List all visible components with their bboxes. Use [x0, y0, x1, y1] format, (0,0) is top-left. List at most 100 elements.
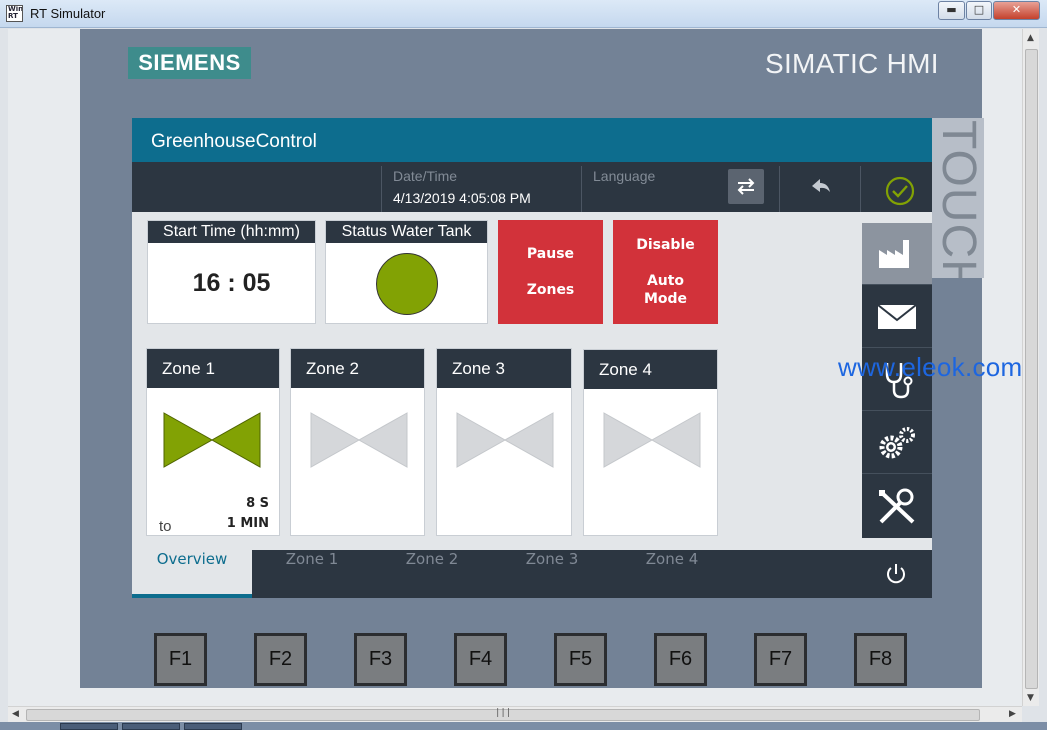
f4-label: F4	[457, 636, 504, 683]
taskbar	[0, 722, 1047, 730]
hmi-screen: GreenhouseControl Date/Time 4/13/2019 4:…	[132, 118, 932, 598]
zone-3-title: Zone 3	[437, 349, 571, 388]
separator	[860, 166, 861, 212]
f5-label: F5	[557, 636, 604, 683]
f2-label: F2	[257, 636, 304, 683]
taskbar-item[interactable]	[184, 723, 242, 730]
scroll-right-icon[interactable]: ▶	[1009, 709, 1016, 719]
window-title: RT Simulator	[30, 6, 106, 21]
tab-zone-3[interactable]: Zone 3	[492, 550, 612, 598]
back-arrow-icon	[812, 179, 830, 192]
zone-1-interval: 1 MIN	[226, 516, 269, 531]
function-key-f3[interactable]: F3	[354, 633, 407, 686]
start-time-value[interactable]: 16 : 05	[148, 269, 315, 298]
pause-label-line2: Zones	[526, 282, 575, 298]
scroll-grip-icon: |||	[495, 708, 512, 718]
datetime-value: 4/13/2019 4:05:08 PM	[393, 190, 531, 206]
back-button[interactable]	[782, 166, 860, 212]
tab-zone-4[interactable]: Zone 4	[612, 550, 732, 598]
factory-icon	[879, 240, 909, 268]
status-bar: Date/Time 4/13/2019 4:05:08 PM Language	[132, 162, 932, 212]
touch-label-text: TOUCH	[932, 120, 984, 278]
f6-label: F6	[657, 636, 704, 683]
function-key-f6[interactable]: F6	[654, 633, 707, 686]
taskbar-item[interactable]	[60, 723, 118, 730]
nav-messages[interactable]	[862, 286, 932, 348]
close-button[interactable]: ✕	[993, 1, 1040, 20]
disable-label-line1: Disable	[636, 237, 695, 253]
water-tank-title: Status Water Tank	[326, 221, 487, 243]
zone-3-box[interactable]: Zone 3	[436, 348, 572, 536]
start-time-title: Start Time (hh:mm)	[148, 221, 315, 243]
tab-overview[interactable]: Overview	[132, 550, 252, 598]
valve-closed-icon	[310, 412, 408, 468]
zone-4-box[interactable]: Zone 4	[583, 349, 718, 536]
tab-zone-2[interactable]: Zone 2	[372, 550, 492, 598]
check-circle-icon	[885, 176, 915, 206]
function-key-f1[interactable]: F1	[154, 633, 207, 686]
disable-label-line3: Mode	[643, 291, 688, 307]
separator	[581, 166, 582, 212]
pause-label-line1: Pause	[526, 246, 575, 262]
screen-title: GreenhouseControl	[151, 131, 317, 152]
separator	[381, 166, 382, 212]
tools-icon	[879, 488, 915, 524]
function-key-f8[interactable]: F8	[854, 633, 907, 686]
swap-arrows-icon	[737, 178, 755, 195]
taskbar-item[interactable]	[122, 723, 180, 730]
zone-1-duration: 8 S	[246, 496, 269, 511]
pause-zones-button[interactable]: Pause Zones	[498, 220, 603, 324]
nav-tools[interactable]	[862, 475, 932, 537]
language-label: Language	[593, 168, 656, 184]
screen-header: GreenhouseControl	[132, 118, 932, 162]
vertical-scroll-thumb[interactable]	[1025, 49, 1038, 689]
disable-auto-mode-button[interactable]: Disable Auto Mode	[613, 220, 718, 324]
zone-2-box[interactable]: Zone 2	[290, 348, 425, 536]
horizontal-scrollbar[interactable]: ◀ ||| ▶	[8, 706, 1022, 722]
f1-label: F1	[157, 636, 204, 683]
envelope-icon	[877, 304, 917, 329]
function-key-f4[interactable]: F4	[454, 633, 507, 686]
zone-4-title: Zone 4	[584, 350, 717, 389]
zone-1-box[interactable]: Zone 1 8 S to 1 MIN	[146, 348, 280, 536]
f8-label: F8	[857, 636, 904, 683]
start-time-box: Start Time (hh:mm) 16 : 05	[147, 220, 316, 324]
watermark-text: www.eleok.com	[838, 352, 1023, 382]
vertical-scrollbar[interactable]: ▲ ▼	[1022, 29, 1039, 706]
f3-label: F3	[357, 636, 404, 683]
scroll-left-icon[interactable]: ◀	[12, 709, 19, 719]
window-titlebar: WinCC RT RT Simulator ▬ □ ✕	[0, 0, 1047, 28]
scroll-up-icon[interactable]: ▲	[1027, 33, 1034, 43]
zone-1-to-label: to	[159, 518, 172, 535]
nav-plant-overview[interactable]	[862, 223, 932, 285]
valve-closed-icon	[603, 412, 701, 468]
function-key-f7[interactable]: F7	[754, 633, 807, 686]
siemens-logo: SIEMENS	[128, 47, 251, 79]
disable-label-line2: Auto	[646, 273, 685, 289]
zone-2-title: Zone 2	[291, 349, 424, 388]
gears-icon	[879, 427, 915, 459]
maximize-button[interactable]: □	[966, 1, 992, 20]
power-icon	[887, 564, 905, 584]
scroll-down-icon[interactable]: ▼	[1027, 693, 1034, 703]
valve-open-icon	[163, 412, 261, 468]
simatic-hmi-label: SIMATIC HMI	[765, 48, 939, 79]
zone-1-title: Zone 1	[147, 349, 279, 388]
valve-closed-icon	[456, 412, 554, 468]
water-tank-status-light	[376, 253, 438, 315]
tab-zone-1[interactable]: Zone 1	[252, 550, 372, 598]
minimize-button[interactable]: ▬	[938, 1, 965, 20]
water-tank-box: Status Water Tank	[325, 220, 488, 324]
confirm-button[interactable]	[862, 166, 932, 212]
function-key-f5[interactable]: F5	[554, 633, 607, 686]
function-key-f2[interactable]: F2	[254, 633, 307, 686]
datetime-label: Date/Time	[393, 168, 458, 184]
f7-label: F7	[757, 636, 804, 683]
language-switch-button[interactable]	[728, 169, 764, 204]
touch-label: TOUCH	[932, 118, 984, 278]
power-button[interactable]	[877, 561, 917, 587]
bottom-tab-bar: Overview Zone 1 Zone 2 Zone 3 Zone 4	[132, 550, 932, 598]
nav-settings[interactable]	[862, 412, 932, 474]
app-icon: WinCC RT	[6, 5, 23, 22]
separator	[779, 166, 780, 212]
